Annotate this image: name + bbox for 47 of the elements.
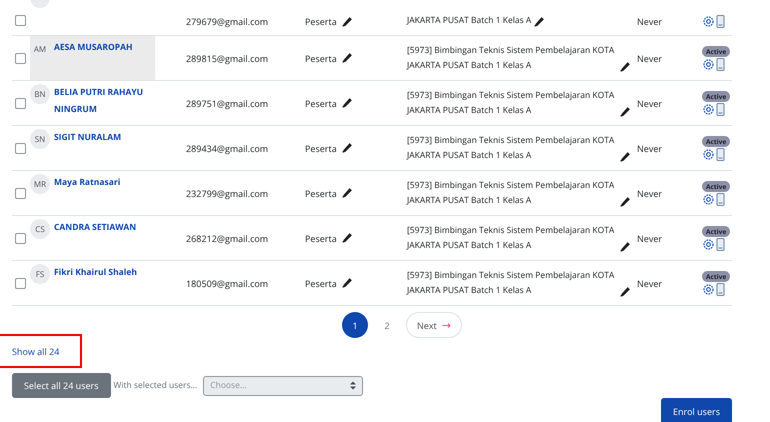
group-text: [5973] Bimbingan Teknis Sistem Pembelajaran KOTA JAKARTA PUSAT Batch 1 Kelas A bbox=[407, 89, 616, 118]
show-all-link[interactable]: Show all 24 bbox=[12, 344, 60, 358]
with-selected-label: With selected users... bbox=[114, 380, 198, 391]
user-avatar: AM bbox=[30, 39, 50, 59]
email-text: 279679@gmail.com bbox=[186, 15, 268, 28]
user-name-link[interactable]: SIGIT NURALAM bbox=[54, 129, 155, 146]
last-access-text: Never bbox=[637, 52, 662, 64]
group-text: [5973] Bimbingan Teknis Sistem Pembelajaran KOTA JAKARTA PUSAT Batch 1 Kelas A bbox=[407, 224, 616, 253]
enrol-users-button[interactable]: Enrol users bbox=[660, 398, 732, 422]
role-text: Peserta bbox=[305, 52, 337, 64]
email-text: 289751@gmail.com bbox=[186, 96, 268, 110]
email-text: 289815@gmail.com bbox=[186, 52, 268, 64]
role-text: Peserta bbox=[305, 232, 337, 244]
user-name-link[interactable]: AESA MUSAROPAH bbox=[54, 39, 155, 56]
user-name-link[interactable]: BELIA PUTRI RAHAYU NINGRUM bbox=[54, 84, 155, 118]
email-text: 232799@gmail.com bbox=[186, 186, 268, 200]
page-link[interactable]: 1 bbox=[342, 312, 368, 338]
last-access-text: Never bbox=[637, 186, 662, 200]
group-text: [5973] Bimbingan Teknis Sistem Pembelajaran KOTA JAKARTA PUSAT Batch 1 Kelas A bbox=[407, 134, 616, 163]
user-avatar: MR bbox=[30, 174, 50, 194]
role-text: Peserta bbox=[305, 276, 337, 290]
email-text: 268212@gmail.com bbox=[186, 232, 268, 244]
group-text: [5973] Bimbingan Teknis Sistem Pembelajaran KOTA JAKARTA PUSAT Batch 1 Kelas A bbox=[407, 44, 616, 73]
user-avatar: SN bbox=[30, 129, 50, 149]
email-text: 180509@gmail.com bbox=[186, 276, 268, 290]
role-text: Peserta bbox=[305, 96, 337, 110]
last-access-text: Never bbox=[637, 96, 662, 110]
group-text: [5973] Bimbingan Teknis Sistem Pembelajaran KOTA JAKARTA PUSAT Batch 1 Kelas A bbox=[407, 269, 616, 298]
user-avatar: CS bbox=[30, 219, 50, 239]
user-name-link[interactable]: Fikri Khairul Shaleh bbox=[54, 264, 155, 281]
role-text: Peserta bbox=[305, 142, 337, 154]
role-text: Peserta bbox=[305, 186, 337, 200]
next-page-button[interactable]: Next → bbox=[406, 312, 462, 338]
user-name-link[interactable]: Maya Ratnasari bbox=[54, 174, 155, 191]
last-access-text: Never bbox=[637, 142, 662, 154]
last-access-text: Never bbox=[637, 232, 662, 244]
select-all-button[interactable]: Select all 24 users bbox=[12, 373, 111, 398]
user-name-link[interactable]: CANDRA SETIAWAN bbox=[54, 219, 155, 236]
last-access-text: Never bbox=[637, 276, 662, 290]
user-avatar: BN bbox=[30, 84, 50, 104]
role-text: Peserta bbox=[305, 15, 337, 28]
group-text: [5973] Bimbingan Teknis Sistem Pembelajaran KOTA JAKARTA PUSAT Batch 1 Kelas A bbox=[407, 179, 616, 208]
user-avatar: FS bbox=[30, 264, 50, 284]
email-text: 289434@gmail.com bbox=[186, 142, 268, 154]
last-access-text: Never bbox=[637, 15, 662, 28]
page-link[interactable]: 2 bbox=[374, 312, 400, 338]
group-text: JAKARTA PUSAT Batch 1 Kelas A bbox=[407, 14, 532, 28]
